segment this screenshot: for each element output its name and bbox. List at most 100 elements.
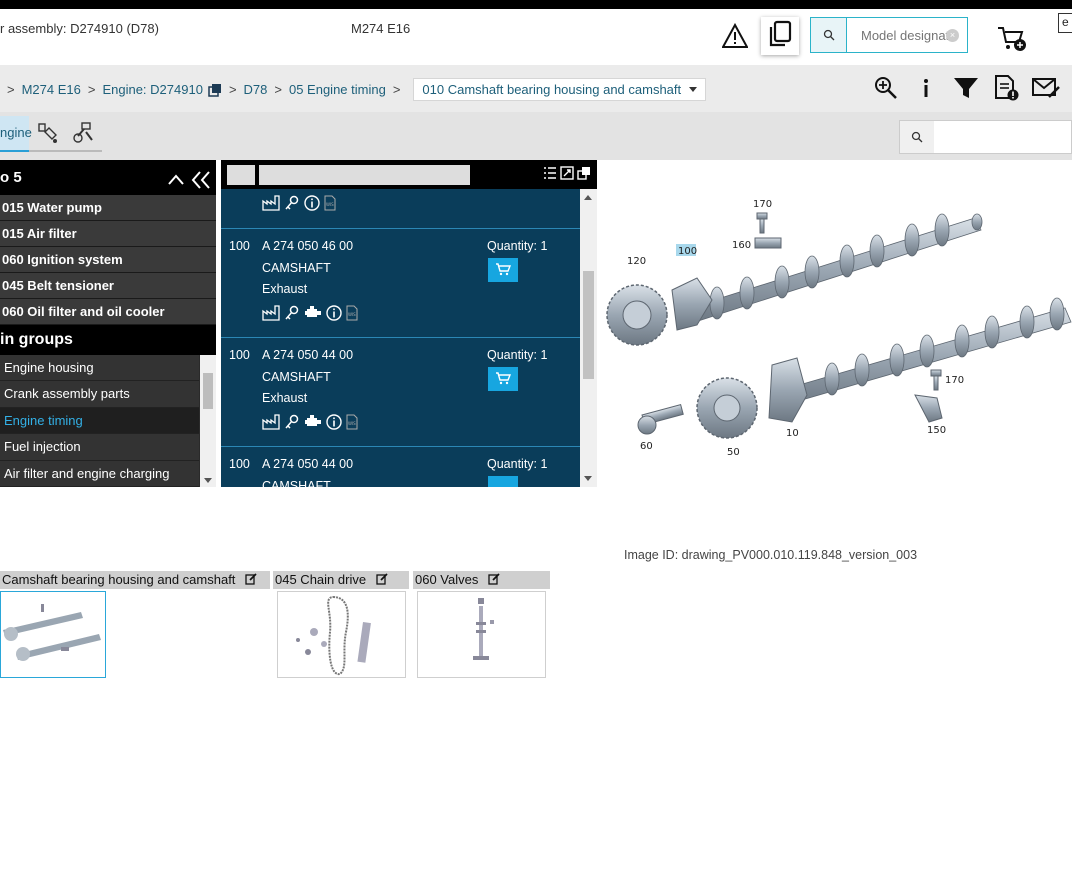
- part-row[interactable]: WIS: [221, 189, 581, 229]
- scrollbar-thumb[interactable]: [583, 271, 594, 379]
- subgroup-item[interactable]: 060 Ignition system: [0, 247, 216, 273]
- factory-icon[interactable]: [262, 195, 280, 214]
- search-icon[interactable]: [899, 120, 935, 154]
- copy-icon[interactable]: [208, 83, 222, 97]
- key-icon[interactable]: [284, 414, 300, 433]
- bolt-60[interactable]: [637, 404, 684, 435]
- group-item[interactable]: Engine housing: [0, 355, 199, 382]
- parts-drawing[interactable]: 170 160 100 120 170 150 10 50 60: [597, 160, 1072, 545]
- search-icon[interactable]: [811, 18, 847, 52]
- part-row[interactable]: 100 A 274 050 46 00 CAMSHAFT Exhaust Qua…: [221, 229, 581, 338]
- subgroup-item[interactable]: 045 Belt tensioner: [0, 273, 216, 299]
- callout-50[interactable]: 50: [727, 447, 740, 458]
- thumbnail-label[interactable]: 045 Chain drive: [273, 571, 409, 589]
- bolt-170-top[interactable]: [756, 212, 768, 234]
- parts-filter-input[interactable]: [259, 165, 470, 185]
- part-number[interactable]: A 274 050 44 00: [262, 348, 353, 362]
- tab-engine[interactable]: ngine: [0, 116, 32, 152]
- engine-part-icon[interactable]: [304, 414, 322, 433]
- breadcrumb-engine[interactable]: Engine: D274910: [102, 82, 202, 97]
- parts-scrollbar[interactable]: [580, 189, 597, 487]
- add-to-cart-button[interactable]: [488, 258, 518, 282]
- add-to-cart-button[interactable]: [488, 367, 518, 391]
- group-item[interactable]: Crank assembly parts: [0, 381, 199, 408]
- part-number[interactable]: A 274 050 44 00: [262, 457, 353, 471]
- engine-part-icon[interactable]: [304, 305, 322, 324]
- scroll-up-icon[interactable]: [584, 195, 592, 200]
- callout-10[interactable]: 10: [786, 428, 799, 439]
- camshaft-adjuster-120[interactable]: [606, 284, 668, 346]
- camshaft-lower[interactable]: [774, 297, 1072, 407]
- scroll-down-icon[interactable]: [584, 476, 592, 481]
- camshaft-adjuster-50[interactable]: [696, 377, 758, 439]
- breadcrumb-d78[interactable]: D78: [244, 82, 268, 97]
- group-item[interactable]: Air filter and engine charging: [0, 460, 199, 487]
- callout-100[interactable]: 100: [678, 246, 697, 257]
- wis-doc-icon[interactable]: WIS: [346, 414, 358, 433]
- camshaft-upper[interactable]: [688, 213, 983, 323]
- select-all-checkbox[interactable]: [227, 165, 255, 185]
- edit-icon[interactable]: [376, 572, 388, 589]
- tab-tools-icon[interactable]: [66, 118, 102, 148]
- thumbnail-camshaft[interactable]: [0, 591, 106, 678]
- chevron-up-icon[interactable]: [166, 168, 186, 188]
- clear-search-icon[interactable]: ×: [946, 29, 959, 42]
- copy-icon[interactable]: [577, 166, 591, 185]
- wis-doc-icon[interactable]: WIS: [346, 305, 358, 324]
- key-icon[interactable]: [284, 195, 300, 214]
- callout-160[interactable]: 160: [732, 240, 751, 251]
- filter-icon[interactable]: [946, 73, 986, 103]
- bracket-150[interactable]: [914, 394, 943, 423]
- scroll-down-icon[interactable]: [204, 478, 212, 483]
- collapse-panel-icon[interactable]: [190, 168, 210, 189]
- cart-icon[interactable]: [997, 25, 1027, 53]
- info-icon[interactable]: [906, 73, 946, 103]
- bracket-160[interactable]: [754, 237, 782, 249]
- tab-paint-icon[interactable]: [31, 118, 65, 148]
- copy-button[interactable]: [761, 17, 799, 55]
- corner-box[interactable]: e: [1058, 13, 1072, 33]
- callout-170-bottom[interactable]: 170: [945, 375, 964, 386]
- subgroup-item[interactable]: 060 Oil filter and oil cooler: [0, 299, 216, 325]
- info-circle-icon[interactable]: [326, 414, 342, 433]
- thumbnail-label[interactable]: Camshaft bearing housing and camshaft: [0, 571, 270, 589]
- trigger-wheel-100[interactable]: [671, 277, 713, 331]
- callout-60[interactable]: 60: [640, 441, 653, 452]
- list-view-icon[interactable]: [543, 166, 557, 185]
- document-alert-icon[interactable]: [986, 73, 1026, 103]
- info-circle-icon[interactable]: [304, 195, 320, 214]
- warning-icon[interactable]: [721, 22, 749, 49]
- wis-doc-icon[interactable]: WIS: [324, 195, 336, 214]
- add-to-cart-button[interactable]: [488, 476, 518, 487]
- group-item[interactable]: Fuel injection: [0, 434, 199, 461]
- zoom-in-icon[interactable]: [866, 73, 906, 103]
- scrollbar-thumb[interactable]: [203, 373, 213, 409]
- callout-170-top[interactable]: 170: [753, 199, 772, 210]
- edit-icon[interactable]: [245, 572, 257, 589]
- part-row[interactable]: 100 A 274 050 44 00 CAMSHAFT Quantity: 1: [221, 447, 581, 487]
- key-icon[interactable]: [284, 305, 300, 324]
- thumbnail-chain-drive[interactable]: [277, 591, 406, 678]
- group-item-active[interactable]: Engine timing: [0, 407, 199, 435]
- groups-scrollbar[interactable]: [200, 355, 216, 487]
- factory-icon[interactable]: [262, 414, 280, 433]
- bolt-170-bottom[interactable]: [930, 369, 942, 391]
- breadcrumb-model[interactable]: M274 E16: [22, 82, 81, 97]
- parts-search-input[interactable]: [934, 120, 1072, 154]
- subgroup-item[interactable]: 015 Water pump: [0, 195, 216, 221]
- breadcrumb-engine-timing[interactable]: 05 Engine timing: [289, 82, 386, 97]
- thumbnail-label[interactable]: 060 Valves: [413, 571, 550, 589]
- thumbnail-valves[interactable]: [417, 591, 546, 678]
- expand-icon[interactable]: [560, 166, 574, 185]
- subgroup-item[interactable]: 015 Air filter: [0, 221, 216, 247]
- callout-120[interactable]: 120: [627, 256, 646, 267]
- info-circle-icon[interactable]: [326, 305, 342, 324]
- part-number[interactable]: A 274 050 46 00: [262, 239, 353, 253]
- edit-icon[interactable]: [488, 572, 500, 589]
- callout-150[interactable]: 150: [927, 425, 946, 436]
- part-row[interactable]: 100 A 274 050 44 00 CAMSHAFT Exhaust Qua…: [221, 338, 581, 447]
- factory-icon[interactable]: [262, 305, 280, 324]
- model-search-input[interactable]: [847, 18, 957, 52]
- mail-edit-icon[interactable]: [1026, 73, 1066, 103]
- subgroup-dropdown[interactable]: 010 Camshaft bearing housing and camshaf…: [413, 78, 707, 101]
